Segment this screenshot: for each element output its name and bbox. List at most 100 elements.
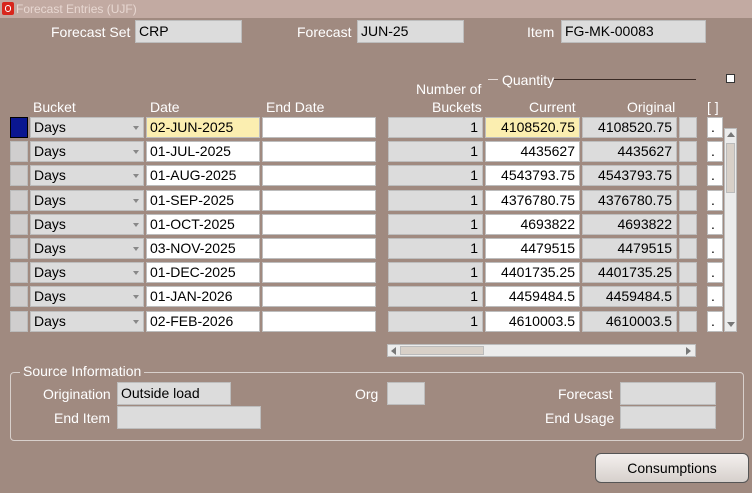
original-quantity-field[interactable]: 4610003.5	[582, 311, 677, 332]
row-selector[interactable]	[10, 117, 28, 138]
descriptive-flexfield[interactable]: .	[707, 190, 723, 211]
vertical-scrollbar[interactable]	[724, 128, 737, 332]
original-quantity-field[interactable]: 4108520.75	[582, 117, 677, 138]
current-quantity-field[interactable]: 4108520.75	[485, 117, 580, 138]
end-date-field[interactable]	[262, 190, 376, 211]
hidden-column-field[interactable]	[679, 311, 697, 332]
row-selector[interactable]	[10, 262, 28, 283]
descriptive-flexfield[interactable]: .	[707, 214, 723, 235]
end-date-field[interactable]	[262, 117, 376, 138]
forecast-field[interactable]: JUN-25	[357, 20, 464, 43]
current-quantity-field[interactable]: 4543793.75	[485, 165, 580, 186]
current-quantity-field[interactable]: 4479515	[485, 238, 580, 259]
original-quantity-field[interactable]: 4693822	[582, 214, 677, 235]
chevron-down-icon[interactable]	[133, 199, 139, 203]
date-field[interactable]: 01-JUL-2025	[146, 141, 260, 162]
number-of-buckets-field[interactable]: 1	[388, 165, 483, 186]
end-date-field[interactable]	[262, 262, 376, 283]
descriptive-flexfield[interactable]: .	[707, 165, 723, 186]
end-date-field[interactable]	[262, 165, 376, 186]
hidden-column-field[interactable]	[679, 286, 697, 307]
hidden-column-field[interactable]	[679, 165, 697, 186]
bucket-select[interactable]: Days	[30, 238, 144, 259]
scroll-left-icon[interactable]	[391, 347, 396, 355]
descriptive-flexfield[interactable]: .	[707, 262, 723, 283]
bucket-select[interactable]: Days	[30, 262, 144, 283]
current-quantity-field[interactable]: 4376780.75	[485, 190, 580, 211]
date-field[interactable]: 02-JUN-2025	[146, 117, 260, 138]
hidden-column-field[interactable]	[679, 262, 697, 283]
chevron-down-icon[interactable]	[133, 223, 139, 227]
bucket-select[interactable]: Days	[30, 141, 144, 162]
current-quantity-field[interactable]: 4401735.25	[485, 262, 580, 283]
original-quantity-field[interactable]: 4401735.25	[582, 262, 677, 283]
row-selector[interactable]	[10, 190, 28, 211]
row-selector[interactable]	[10, 311, 28, 332]
scroll-up-icon[interactable]	[727, 132, 735, 137]
date-field[interactable]: 01-JAN-2026	[146, 286, 260, 307]
hidden-column-field[interactable]	[679, 214, 697, 235]
hidden-column-field[interactable]	[679, 141, 697, 162]
forecast-set-field[interactable]: CRP	[135, 20, 242, 43]
end-date-field[interactable]	[262, 214, 376, 235]
descriptive-flexfield[interactable]: .	[707, 311, 723, 332]
end-date-field[interactable]	[262, 141, 376, 162]
date-field[interactable]: 01-SEP-2025	[146, 190, 260, 211]
row-selector[interactable]	[10, 286, 28, 307]
original-quantity-field[interactable]: 4543793.75	[582, 165, 677, 186]
original-quantity-field[interactable]: 4459484.5	[582, 286, 677, 307]
date-field[interactable]: 01-AUG-2025	[146, 165, 260, 186]
number-of-buckets-field[interactable]: 1	[388, 190, 483, 211]
end-usage-field[interactable]	[620, 406, 716, 429]
date-field[interactable]: 01-OCT-2025	[146, 214, 260, 235]
vertical-scroll-thumb[interactable]	[726, 143, 735, 193]
chevron-down-icon[interactable]	[133, 126, 139, 130]
date-field[interactable]: 03-NOV-2025	[146, 238, 260, 259]
chevron-down-icon[interactable]	[133, 271, 139, 275]
number-of-buckets-field[interactable]: 1	[388, 311, 483, 332]
current-quantity-field[interactable]: 4435627	[485, 141, 580, 162]
select-all-checkbox[interactable]	[726, 74, 735, 83]
descriptive-flexfield[interactable]: .	[707, 286, 723, 307]
number-of-buckets-field[interactable]: 1	[388, 117, 483, 138]
item-field[interactable]: FG-MK-00083	[561, 20, 706, 43]
row-selector[interactable]	[10, 165, 28, 186]
original-quantity-field[interactable]: 4479515	[582, 238, 677, 259]
end-date-field[interactable]	[262, 238, 376, 259]
end-date-field[interactable]	[262, 286, 376, 307]
chevron-down-icon[interactable]	[133, 150, 139, 154]
number-of-buckets-field[interactable]: 1	[388, 238, 483, 259]
hidden-column-field[interactable]	[679, 238, 697, 259]
end-item-field[interactable]	[117, 406, 261, 429]
origination-field[interactable]: Outside load	[117, 382, 231, 405]
row-selector[interactable]	[10, 141, 28, 162]
descriptive-flexfield[interactable]: .	[707, 117, 723, 138]
original-quantity-field[interactable]: 4376780.75	[582, 190, 677, 211]
chevron-down-icon[interactable]	[133, 295, 139, 299]
end-date-field[interactable]	[262, 311, 376, 332]
horizontal-scrollbar[interactable]	[387, 344, 696, 357]
bucket-select[interactable]: Days	[30, 190, 144, 211]
bucket-select[interactable]: Days	[30, 214, 144, 235]
row-selector[interactable]	[10, 214, 28, 235]
chevron-down-icon[interactable]	[133, 174, 139, 178]
scroll-down-icon[interactable]	[727, 322, 735, 327]
hidden-column-field[interactable]	[679, 190, 697, 211]
number-of-buckets-field[interactable]: 1	[388, 141, 483, 162]
bucket-select[interactable]: Days	[30, 311, 144, 332]
current-quantity-field[interactable]: 4459484.5	[485, 286, 580, 307]
row-selector[interactable]	[10, 238, 28, 259]
date-field[interactable]: 01-DEC-2025	[146, 262, 260, 283]
descriptive-flexfield[interactable]: .	[707, 238, 723, 259]
date-field[interactable]: 02-FEB-2026	[146, 311, 260, 332]
current-quantity-field[interactable]: 4610003.5	[485, 311, 580, 332]
chevron-down-icon[interactable]	[133, 320, 139, 324]
chevron-down-icon[interactable]	[133, 247, 139, 251]
original-quantity-field[interactable]: 4435627	[582, 141, 677, 162]
hidden-column-field[interactable]	[679, 117, 697, 138]
bucket-select[interactable]: Days	[30, 165, 144, 186]
consumptions-button[interactable]: Consumptions	[595, 453, 749, 483]
scroll-right-icon[interactable]	[686, 347, 691, 355]
bucket-select[interactable]: Days	[30, 286, 144, 307]
number-of-buckets-field[interactable]: 1	[388, 262, 483, 283]
